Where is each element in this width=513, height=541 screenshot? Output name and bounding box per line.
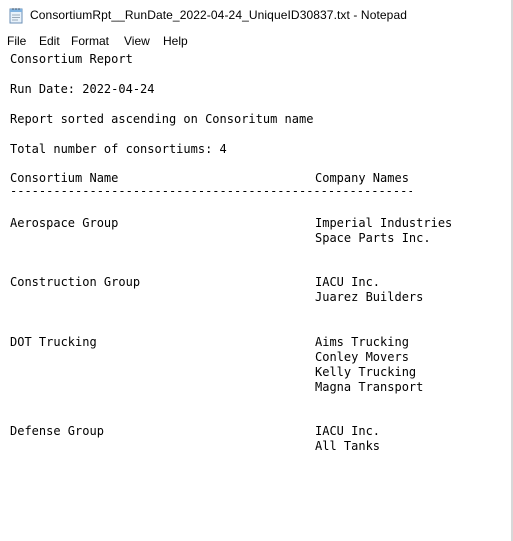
consortium-name: DOT Trucking xyxy=(10,335,97,349)
company-name: Juarez Builders xyxy=(315,290,424,304)
company-name: All Tanks xyxy=(315,439,381,453)
menu-file[interactable]: File xyxy=(7,34,26,48)
menu-edit[interactable]: Edit xyxy=(39,34,60,48)
consortium-name: Construction Group xyxy=(10,275,141,289)
menu-view[interactable]: View xyxy=(124,34,150,48)
company-name: Space Parts Inc. xyxy=(315,231,431,245)
sort-note-line: Report sorted ascending on Consoritum na… xyxy=(10,112,314,126)
company-name: IACU Inc. xyxy=(315,424,381,438)
header-divider: ----------------------------------------… xyxy=(10,184,412,198)
company-name: IACU Inc. xyxy=(315,275,381,289)
notepad-icon xyxy=(9,7,23,24)
menu-help[interactable]: Help xyxy=(163,34,188,48)
company-name: Magna Transport xyxy=(315,380,424,394)
total-count-line: Total number of consortiums: 4 xyxy=(10,142,227,156)
company-name: Conley Movers xyxy=(315,350,409,364)
menu-bar: File Edit Format View Help xyxy=(0,31,511,51)
consortium-name: Defense Group xyxy=(10,424,104,438)
consortium-name: Aerospace Group xyxy=(10,216,119,230)
company-name: Imperial Industries xyxy=(315,216,453,230)
company-name: Aims Trucking xyxy=(315,335,409,349)
text-editor-area[interactable]: Consortium Report Run Date: 2022-04-24 R… xyxy=(0,50,511,541)
menu-format[interactable]: Format xyxy=(71,34,109,48)
run-date-line: Run Date: 2022-04-24 xyxy=(10,82,155,96)
title-bar[interactable]: ConsortiumRpt__RunDate_2022-04-24_Unique… xyxy=(0,0,511,31)
report-heading: Consortium Report xyxy=(10,52,133,66)
notepad-window: ConsortiumRpt__RunDate_2022-04-24_Unique… xyxy=(0,0,513,541)
company-name: Kelly Trucking xyxy=(315,365,417,379)
window-title: ConsortiumRpt__RunDate_2022-04-24_Unique… xyxy=(30,8,407,22)
